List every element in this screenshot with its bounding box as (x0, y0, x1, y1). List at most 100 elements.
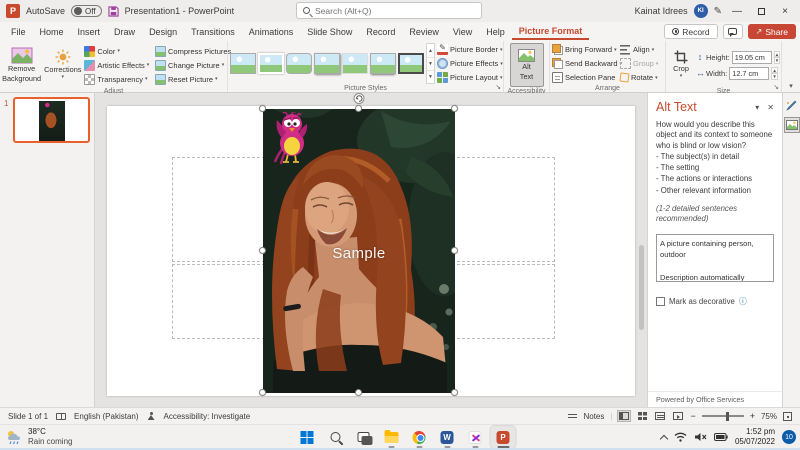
width-spinner[interactable]: ▲ ▼ (771, 66, 778, 80)
decorative-info-icon[interactable]: ⓘ (739, 296, 747, 307)
height-spinner[interactable]: ▲ ▼ (773, 50, 781, 64)
taskbar-file-explorer-button[interactable] (379, 426, 404, 448)
pane-options-chevron-icon[interactable]: ▾ (755, 103, 759, 112)
volume-muted-icon[interactable] (694, 432, 707, 442)
picture-style-thumbnail[interactable] (286, 53, 312, 74)
zoom-slider-thumb[interactable] (725, 411, 730, 421)
send-backward-button[interactable]: Send Backward ▾ (552, 57, 622, 70)
group-button[interactable]: Group ▾ (620, 57, 663, 70)
weather-widget[interactable]: 38°C Rain coming (6, 427, 72, 447)
picture-style-thumbnail[interactable] (314, 53, 340, 74)
share-button[interactable]: ↗ Share (747, 24, 796, 39)
tab-slide-show[interactable]: Slide Show (300, 25, 359, 39)
tab-animations[interactable]: Animations (242, 25, 301, 39)
accessibility-status[interactable]: Accessibility: Investigate (164, 412, 251, 421)
maximize-button[interactable] (752, 2, 770, 20)
tab-insert[interactable]: Insert (71, 25, 108, 39)
user-avatar[interactable]: KI (693, 4, 708, 18)
slide-indicator[interactable]: Slide 1 of 1 (8, 412, 48, 421)
taskbar-snipping-tool-button[interactable] (463, 426, 488, 448)
collapse-ribbon-icon[interactable]: ▾ (789, 82, 793, 90)
designer-pen-icon[interactable] (784, 97, 800, 113)
notes-button[interactable]: Notes (583, 412, 604, 421)
taskbar-word-button[interactable]: W (435, 426, 460, 448)
size-dialog-launcher-icon[interactable]: ↘ (774, 83, 779, 91)
alt-text-textarea[interactable]: A picture containing person, outdoor Des… (656, 233, 774, 282)
tab-help[interactable]: Help (479, 25, 512, 39)
picture-effects-button[interactable]: Picture Effects ▾ (437, 57, 503, 70)
taskbar-clock[interactable]: 1:52 pm 05/07/2022 (735, 427, 775, 447)
change-picture-button[interactable]: Change Picture ▾ (155, 59, 225, 72)
notification-badge[interactable]: 10 (782, 430, 796, 444)
crop-button[interactable]: Crop ▾ (668, 43, 694, 87)
tab-picture-format[interactable]: Picture Format (511, 24, 590, 40)
resize-handle-bottom-right[interactable] (451, 389, 458, 396)
tab-file[interactable]: File (4, 25, 33, 39)
bring-forward-button[interactable]: Bring Forward ▾ (552, 43, 618, 56)
resize-handle-bottom[interactable] (355, 389, 362, 396)
picture-style-thumbnail[interactable] (370, 53, 396, 74)
spellcheck-book-icon[interactable] (56, 412, 67, 420)
alt-text-button[interactable]: Alt Text (509, 43, 544, 87)
battery-icon[interactable] (713, 433, 728, 441)
gallery-down-icon[interactable]: ▼ (427, 57, 434, 70)
zoom-in-button[interactable]: + (750, 411, 755, 421)
slide-thumbnail[interactable] (13, 97, 90, 143)
tab-design[interactable]: Design (142, 25, 184, 39)
picture-style-thumbnail[interactable] (258, 53, 284, 74)
slide-sorter-button[interactable] (636, 411, 648, 421)
wifi-icon[interactable] (674, 432, 687, 442)
taskbar-search-button[interactable] (323, 426, 348, 448)
normal-view-button[interactable] (617, 410, 632, 422)
reading-view-button[interactable] (654, 411, 666, 421)
autosave-toggle[interactable]: Off (71, 5, 102, 17)
save-icon[interactable] (107, 5, 119, 17)
selection-pane-button[interactable]: Selection Pane (552, 71, 618, 84)
mark-decorative-checkbox[interactable] (656, 296, 665, 306)
search-box[interactable] (296, 2, 482, 19)
zoom-out-button[interactable]: − (690, 411, 695, 421)
taskbar-powerpoint-button[interactable]: P (489, 425, 517, 449)
resize-handle-top-right[interactable] (451, 105, 458, 112)
align-button[interactable]: Align ▾ (620, 43, 663, 56)
powerpoint-app-icon[interactable]: P (6, 4, 20, 18)
picture-style-thumbnail[interactable] (230, 53, 256, 74)
zoom-level[interactable]: 75% (761, 412, 777, 421)
tab-review[interactable]: Review (402, 25, 446, 39)
resize-handle-right[interactable] (451, 247, 458, 254)
tab-home[interactable]: Home (33, 25, 71, 39)
canvas-scrollbar[interactable] (639, 245, 644, 330)
gallery-up-icon[interactable]: ▲ (427, 44, 434, 57)
picture-style-thumbnail[interactable] (342, 53, 368, 74)
remove-background-button[interactable]: Remove Background (2, 43, 41, 87)
picture-border-button[interactable]: ✎ Picture Border ▾ (437, 43, 502, 56)
search-input[interactable] (315, 5, 465, 16)
resize-handle-top[interactable] (355, 105, 362, 112)
rotate-button[interactable]: Rotate ▾ (619, 71, 663, 84)
record-button[interactable]: Record (664, 24, 718, 39)
color-button[interactable]: Color ▾ (84, 45, 153, 58)
height-input[interactable] (731, 50, 772, 64)
comments-button[interactable] (722, 24, 743, 39)
taskbar-start-button[interactable] (295, 426, 320, 448)
corrections-button[interactable]: Corrections ▾ (43, 43, 82, 87)
slideshow-button[interactable] (672, 411, 684, 421)
picture-layout-button[interactable]: Picture Layout ▾ (437, 71, 502, 84)
editing-pen-icon[interactable]: ✎ (714, 6, 722, 17)
alt-text-pane-icon[interactable] (783, 117, 800, 133)
reset-picture-button[interactable]: Reset Picture ▾ (155, 73, 225, 86)
transparency-button[interactable]: Transparency ▾ (84, 73, 153, 86)
taskbar-chrome-button[interactable] (407, 426, 432, 448)
compress-pictures-button[interactable]: Compress Pictures (155, 45, 231, 58)
resize-handle-bottom-left[interactable] (259, 389, 266, 396)
selected-picture[interactable]: Sample (259, 93, 458, 396)
resize-handle-left[interactable] (259, 247, 266, 254)
spin-down-icon[interactable]: ▼ (773, 57, 781, 64)
picture-style-thumbnail-selected[interactable] (398, 53, 424, 74)
tab-record[interactable]: Record (359, 25, 402, 39)
tab-draw[interactable]: Draw (107, 25, 142, 39)
taskbar-task-view-button[interactable] (351, 426, 376, 448)
spin-down-icon[interactable]: ▼ (771, 73, 778, 80)
tray-chevron-up-icon[interactable] (659, 434, 669, 443)
width-input[interactable] (729, 66, 770, 80)
